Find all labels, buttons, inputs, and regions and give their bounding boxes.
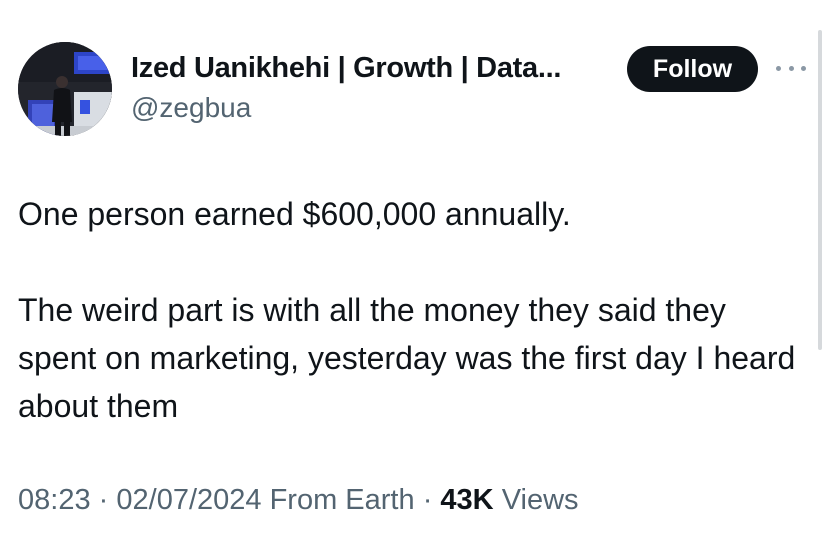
tweet-time[interactable]: 08:23 [18,484,91,516]
tweet-source: From Earth [269,484,415,516]
tweet-text-paragraph: The weird part is with all the money the… [18,292,796,424]
tweet-meta: 08:23 · 02/07/2024 From Earth · 43K View… [18,484,579,517]
meta-separator: · [98,484,109,516]
author-display-name[interactable]: Ized Uanikhehi | Growth | Data... [131,52,561,85]
follow-button[interactable]: Follow [627,46,758,92]
tweet-card: Ized Uanikhehi | Growth | Data... @zegbu… [0,0,828,542]
scrollbar[interactable] [818,30,822,350]
meta-separator: · [422,484,433,516]
more-dot [788,65,794,71]
views-label: Views [501,484,579,516]
profile-photo-icon [18,42,112,136]
author-handle[interactable]: @zegbua [131,92,251,124]
more-dot [776,65,781,71]
more-options-icon[interactable] [776,60,806,76]
more-dot [801,65,806,71]
tweet-date[interactable]: 02/07/2024 [116,484,261,516]
avatar[interactable] [18,42,112,136]
tweet-text-paragraph: One person earned $600,000 annually. [18,196,571,232]
views-count: 43K [440,484,494,516]
